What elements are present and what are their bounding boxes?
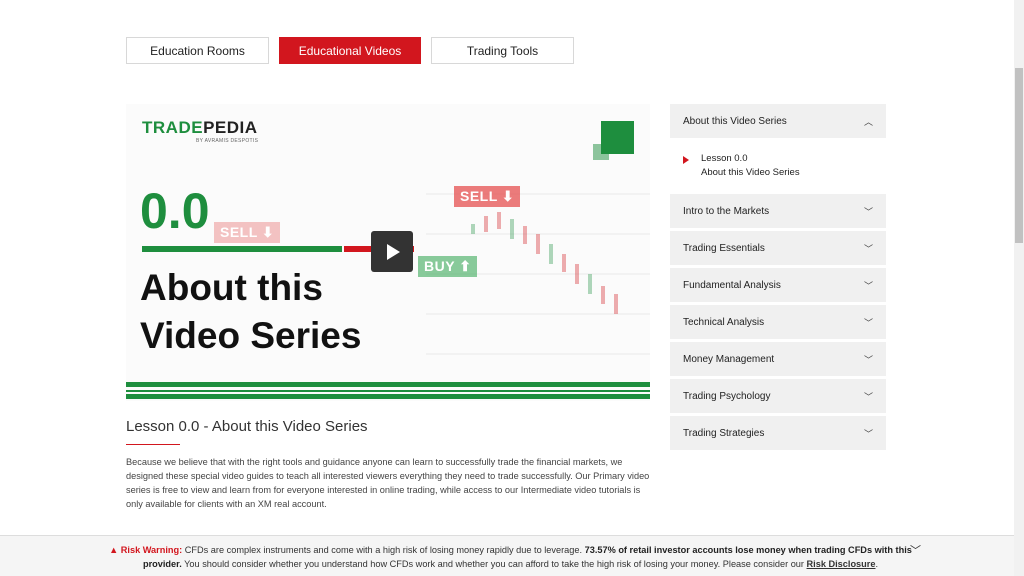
chevron-down-icon: ﹀ (863, 317, 873, 328)
chevron-down-icon: ﹀ (863, 243, 873, 254)
risk-warning-bar: ▲ Risk Warning: CFDs are complex instrum… (0, 535, 1014, 576)
candle-mark (549, 244, 553, 264)
play-bullet-icon (683, 156, 689, 164)
candle-mark (562, 254, 566, 272)
candle-mark (484, 216, 488, 232)
play-icon[interactable] (371, 231, 413, 272)
risk-disclosure-link[interactable]: Risk Disclosure (807, 559, 876, 569)
candle-mark (471, 224, 475, 234)
accordion-panel: Lesson 0.0 About this Video Series (670, 141, 886, 191)
accordion-trading-strategies[interactable]: Trading Strategies ﹀ (670, 416, 886, 450)
accordion-about-this-video-series[interactable]: About this Video Series ︿ (670, 104, 886, 138)
accordion-intro-to-the-markets[interactable]: Intro to the Markets ﹀ (670, 194, 886, 228)
lesson-heading: Lesson 0.0 - About this Video Series (126, 418, 368, 435)
education-tabs: Education Rooms Educational Videos Tradi… (126, 37, 574, 64)
chevron-down-icon: ﹀ (863, 391, 873, 402)
bottom-stripe (126, 394, 650, 399)
heading-underline (126, 444, 180, 445)
candle-mark (575, 264, 579, 284)
brand-subtitle: BY AVRAMIS DESPOTIS (196, 138, 259, 144)
candle-mark (510, 219, 514, 239)
video-player[interactable]: TRADEPEDIA BY AVRAMIS DESPOTIS SELL ⬇ SE… (126, 104, 650, 401)
chevron-up-icon: ︿ (863, 116, 873, 127)
lesson-description: Because we believe that with the right t… (126, 457, 650, 509)
tab-trading-tools[interactable]: Trading Tools (431, 37, 574, 64)
video-series-sidebar: About this Video Series ︿ Lesson 0.0 Abo… (670, 104, 886, 453)
tab-education-rooms[interactable]: Education Rooms (126, 37, 269, 64)
accordion-trading-psychology[interactable]: Trading Psychology ﹀ (670, 379, 886, 413)
scrollbar-thumb[interactable] (1015, 68, 1023, 243)
accordion-fundamental-analysis[interactable]: Fundamental Analysis ﹀ (670, 268, 886, 302)
candle-mark (536, 234, 540, 254)
chevron-down-icon: ﹀ (863, 428, 873, 439)
tradepedia-logo: TRADEPEDIA (142, 118, 258, 137)
candle-mark (614, 294, 618, 314)
lesson-link[interactable]: About this Video Series (701, 167, 800, 178)
warning-icon: ▲ (109, 545, 121, 555)
accordion-trading-essentials[interactable]: Trading Essentials ﹀ (670, 231, 886, 265)
chevron-down-icon: ﹀ (863, 354, 873, 365)
divider-green (142, 246, 342, 252)
accordion-money-management[interactable]: Money Management ﹀ (670, 342, 886, 376)
chevron-down-icon[interactable]: ﹀ (910, 544, 921, 558)
candle-mark (601, 286, 605, 304)
lesson-link[interactable]: Lesson 0.0 (701, 153, 747, 164)
bottom-stripe (126, 390, 650, 392)
candle-mark (523, 226, 527, 244)
candle-mark (588, 274, 592, 294)
sell-tag: SELL ⬇ (214, 222, 281, 243)
buy-tag: BUY ⬆ (418, 256, 478, 277)
tab-educational-videos[interactable]: Educational Videos (279, 37, 421, 64)
bottom-stripe (126, 382, 650, 387)
page-scrollbar[interactable] (1014, 0, 1024, 576)
sell-tag: SELL ⬇ (454, 186, 521, 207)
candle-mark (497, 212, 501, 229)
risk-warning-text: ▲ Risk Warning: CFDs are complex instrum… (109, 545, 912, 569)
brand-square-small-icon (593, 144, 609, 160)
accordion-technical-analysis[interactable]: Technical Analysis ﹀ (670, 305, 886, 339)
chevron-down-icon: ﹀ (863, 280, 873, 291)
video-title: About this Video Series (140, 267, 362, 356)
lesson-number: 0.0 (140, 183, 210, 239)
chevron-down-icon: ﹀ (863, 206, 873, 217)
